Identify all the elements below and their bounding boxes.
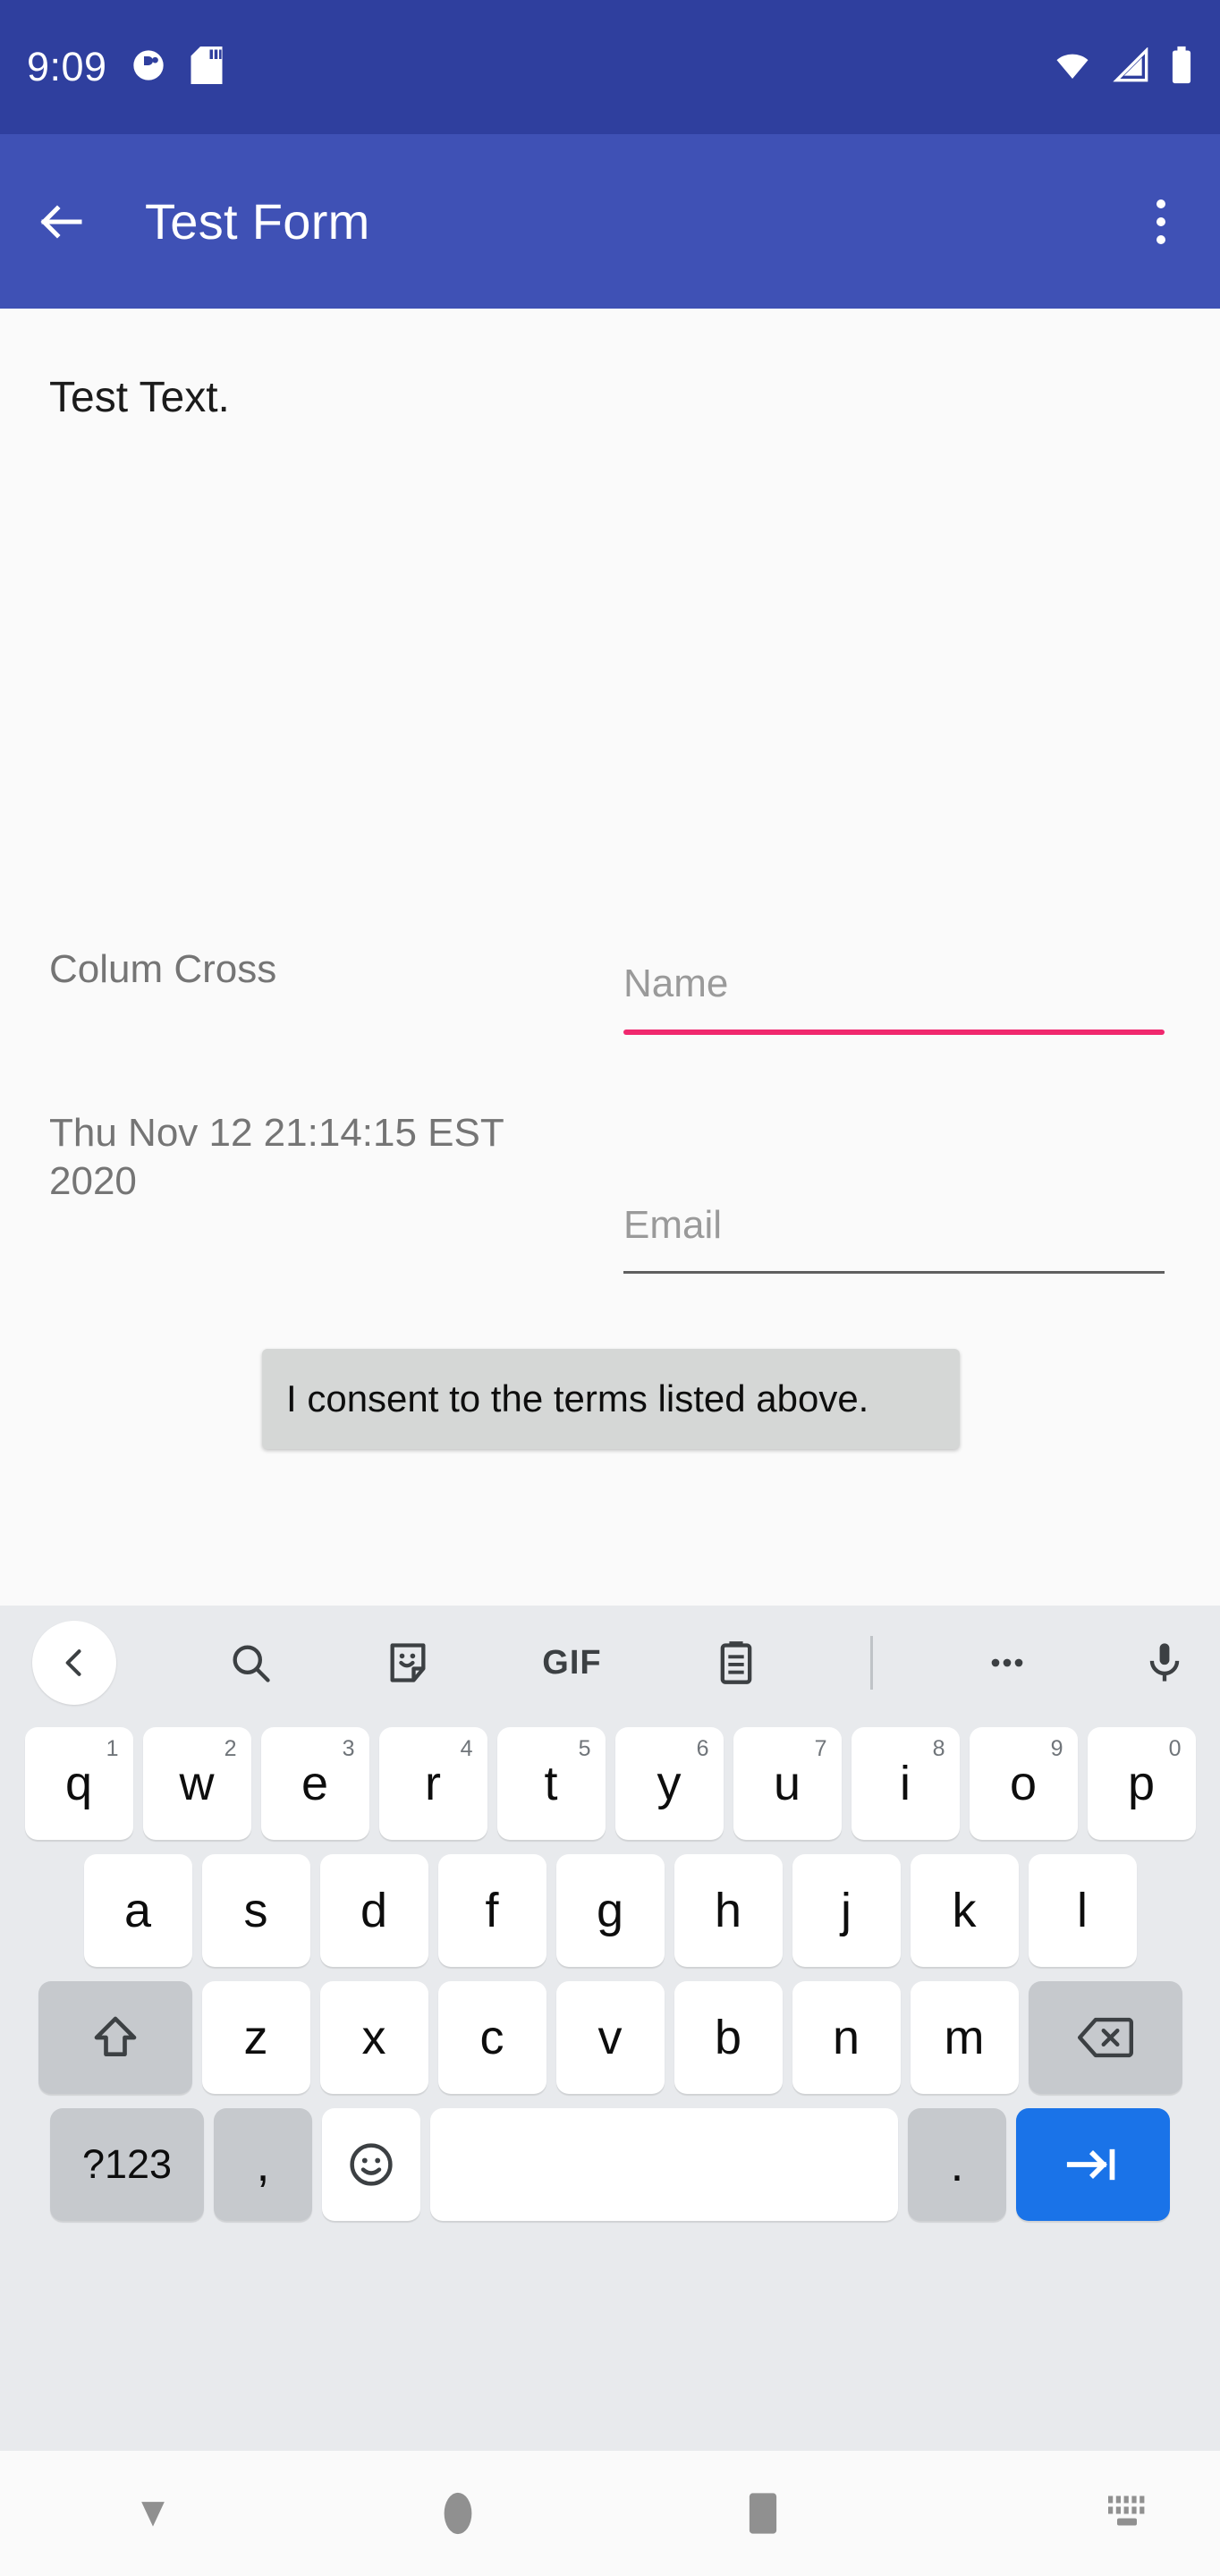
key-b[interactable]: b: [674, 1981, 783, 2094]
navigation-bar: [0, 2451, 1220, 2576]
key-s[interactable]: s: [201, 1854, 310, 1967]
name-field-underline: [623, 1030, 1165, 1035]
key-o[interactable]: 9o: [969, 1727, 1078, 1840]
key-n[interactable]: n: [792, 1981, 901, 2094]
battery-icon: [1170, 46, 1193, 89]
keyboard-row-2: a s d f g h j k l: [0, 1847, 1220, 1974]
page-title: Test Form: [145, 193, 370, 250]
status-bar-right: [1052, 46, 1193, 89]
app-notification-icon: [131, 47, 166, 88]
key-q-letter: q: [64, 1757, 93, 1810]
overflow-menu-icon[interactable]: [1132, 187, 1190, 257]
key-x[interactable]: x: [319, 1981, 428, 2094]
key-u-letter: u: [773, 1757, 801, 1810]
key-p-letter: p: [1127, 1757, 1156, 1810]
key-t-letter: t: [544, 1757, 558, 1810]
key-q-number: 1: [106, 1736, 119, 1761]
key-y[interactable]: 6y: [614, 1727, 724, 1840]
name-field[interactable]: Name: [623, 962, 1165, 1035]
key-p[interactable]: 0p: [1087, 1727, 1196, 1840]
test-text-label: Test Text.: [49, 374, 230, 421]
sticker-icon[interactable]: [385, 1640, 431, 1686]
keyboard-row-3: z x c v b n m: [0, 1974, 1220, 2101]
space-key[interactable]: [430, 2108, 898, 2221]
recents-icon[interactable]: [610, 2491, 915, 2536]
key-a[interactable]: a: [83, 1854, 192, 1967]
key-w[interactable]: 2w: [142, 1727, 251, 1840]
android-screen: 9:09 Test Form Test Text. Colum Cross Na…: [0, 0, 1220, 2576]
row-label-timestamp: Thu Nov 12 21:14:15 EST 2020: [49, 1111, 504, 1203]
status-bar-left: 9:09: [27, 44, 224, 90]
key-w-letter: w: [179, 1757, 215, 1810]
symbols-key[interactable]: ?123: [50, 2108, 204, 2221]
key-i-letter: i: [900, 1757, 911, 1810]
home-icon[interactable]: [305, 2491, 610, 2536]
more-options-icon[interactable]: [984, 1640, 1030, 1686]
keyboard-row-4: ?123 , .: [0, 2101, 1220, 2228]
consent-tooltip-text: I consent to the terms listed above.: [286, 1377, 869, 1419]
comma-key[interactable]: ,: [214, 2108, 312, 2221]
key-v[interactable]: v: [555, 1981, 665, 2094]
keyboard-toolbar: GIF: [0, 1606, 1220, 1720]
key-c[interactable]: c: [437, 1981, 546, 2094]
email-field[interactable]: Email: [623, 1203, 1165, 1274]
key-t-number: 5: [578, 1736, 591, 1761]
back-arrow-icon[interactable]: [30, 191, 93, 253]
form-content: Test Text. Colum Cross Name Thu Nov 12 2…: [0, 309, 1220, 1606]
key-g[interactable]: g: [555, 1854, 665, 1967]
status-clock: 9:09: [27, 44, 107, 89]
key-l[interactable]: l: [1028, 1854, 1137, 1967]
key-w-number: 2: [224, 1736, 237, 1761]
key-r-letter: r: [425, 1757, 441, 1810]
key-q[interactable]: 1q: [24, 1727, 133, 1840]
clipboard-icon[interactable]: [713, 1640, 759, 1686]
status-bar: 9:09: [0, 0, 1220, 134]
key-k[interactable]: k: [910, 1854, 1019, 1967]
key-z[interactable]: z: [201, 1981, 310, 2094]
key-m[interactable]: m: [910, 1981, 1019, 2094]
key-j[interactable]: j: [792, 1854, 901, 1967]
key-e[interactable]: 3e: [260, 1727, 369, 1840]
search-icon[interactable]: [227, 1640, 274, 1686]
consent-tooltip: I consent to the terms listed above.: [262, 1349, 960, 1449]
key-e-number: 3: [342, 1736, 355, 1761]
row-label-colum-cross: Colum Cross: [49, 947, 277, 991]
email-field-placeholder: Email: [623, 1203, 723, 1247]
key-h[interactable]: h: [674, 1854, 783, 1967]
keyboard-row-1: 1q 2w 3e 4r 5t 6y 7u 8i 9o 0p: [0, 1720, 1220, 1847]
email-field-underline: [623, 1271, 1165, 1274]
key-i[interactable]: 8i: [851, 1727, 960, 1840]
sd-card-icon: [190, 46, 224, 89]
keyboard: GIF 1 q 2 w 3 e 4 r 5 t 6 y 7 u 8 i 9 o …: [0, 1606, 1220, 2451]
backspace-key-icon[interactable]: [1028, 1981, 1182, 2094]
key-o-letter: o: [1009, 1757, 1038, 1810]
key-i-number: 8: [932, 1736, 945, 1761]
key-y-letter: y: [657, 1757, 682, 1810]
key-f[interactable]: f: [437, 1854, 546, 1967]
microphone-icon[interactable]: [1141, 1640, 1188, 1686]
key-d[interactable]: d: [319, 1854, 428, 1967]
name-field-placeholder: Name: [623, 962, 729, 1005]
key-r-number: 4: [460, 1736, 473, 1761]
hide-keyboard-icon[interactable]: [0, 2494, 305, 2533]
key-o-number: 9: [1050, 1736, 1063, 1761]
key-r[interactable]: 4r: [378, 1727, 487, 1840]
key-t[interactable]: 5t: [496, 1727, 606, 1840]
expand-toolbar-icon[interactable]: [32, 1621, 116, 1705]
key-p-number: 0: [1168, 1736, 1182, 1761]
key-u[interactable]: 7u: [733, 1727, 842, 1840]
key-e-letter: e: [301, 1757, 329, 1810]
emoji-key-icon[interactable]: [322, 2108, 420, 2221]
period-key[interactable]: .: [908, 2108, 1006, 2221]
wifi-icon: [1052, 47, 1093, 88]
key-y-number: 6: [696, 1736, 709, 1761]
app-bar: Test Form: [0, 134, 1220, 309]
gif-icon[interactable]: GIF: [542, 1644, 601, 1682]
shift-key-icon[interactable]: [38, 1981, 192, 2094]
next-key-icon[interactable]: [1016, 2108, 1170, 2221]
ime-switcher-icon[interactable]: [1106, 2493, 1153, 2535]
toolbar-divider: [869, 1636, 873, 1690]
cellular-signal-icon: [1113, 46, 1150, 88]
key-u-number: 7: [814, 1736, 827, 1761]
